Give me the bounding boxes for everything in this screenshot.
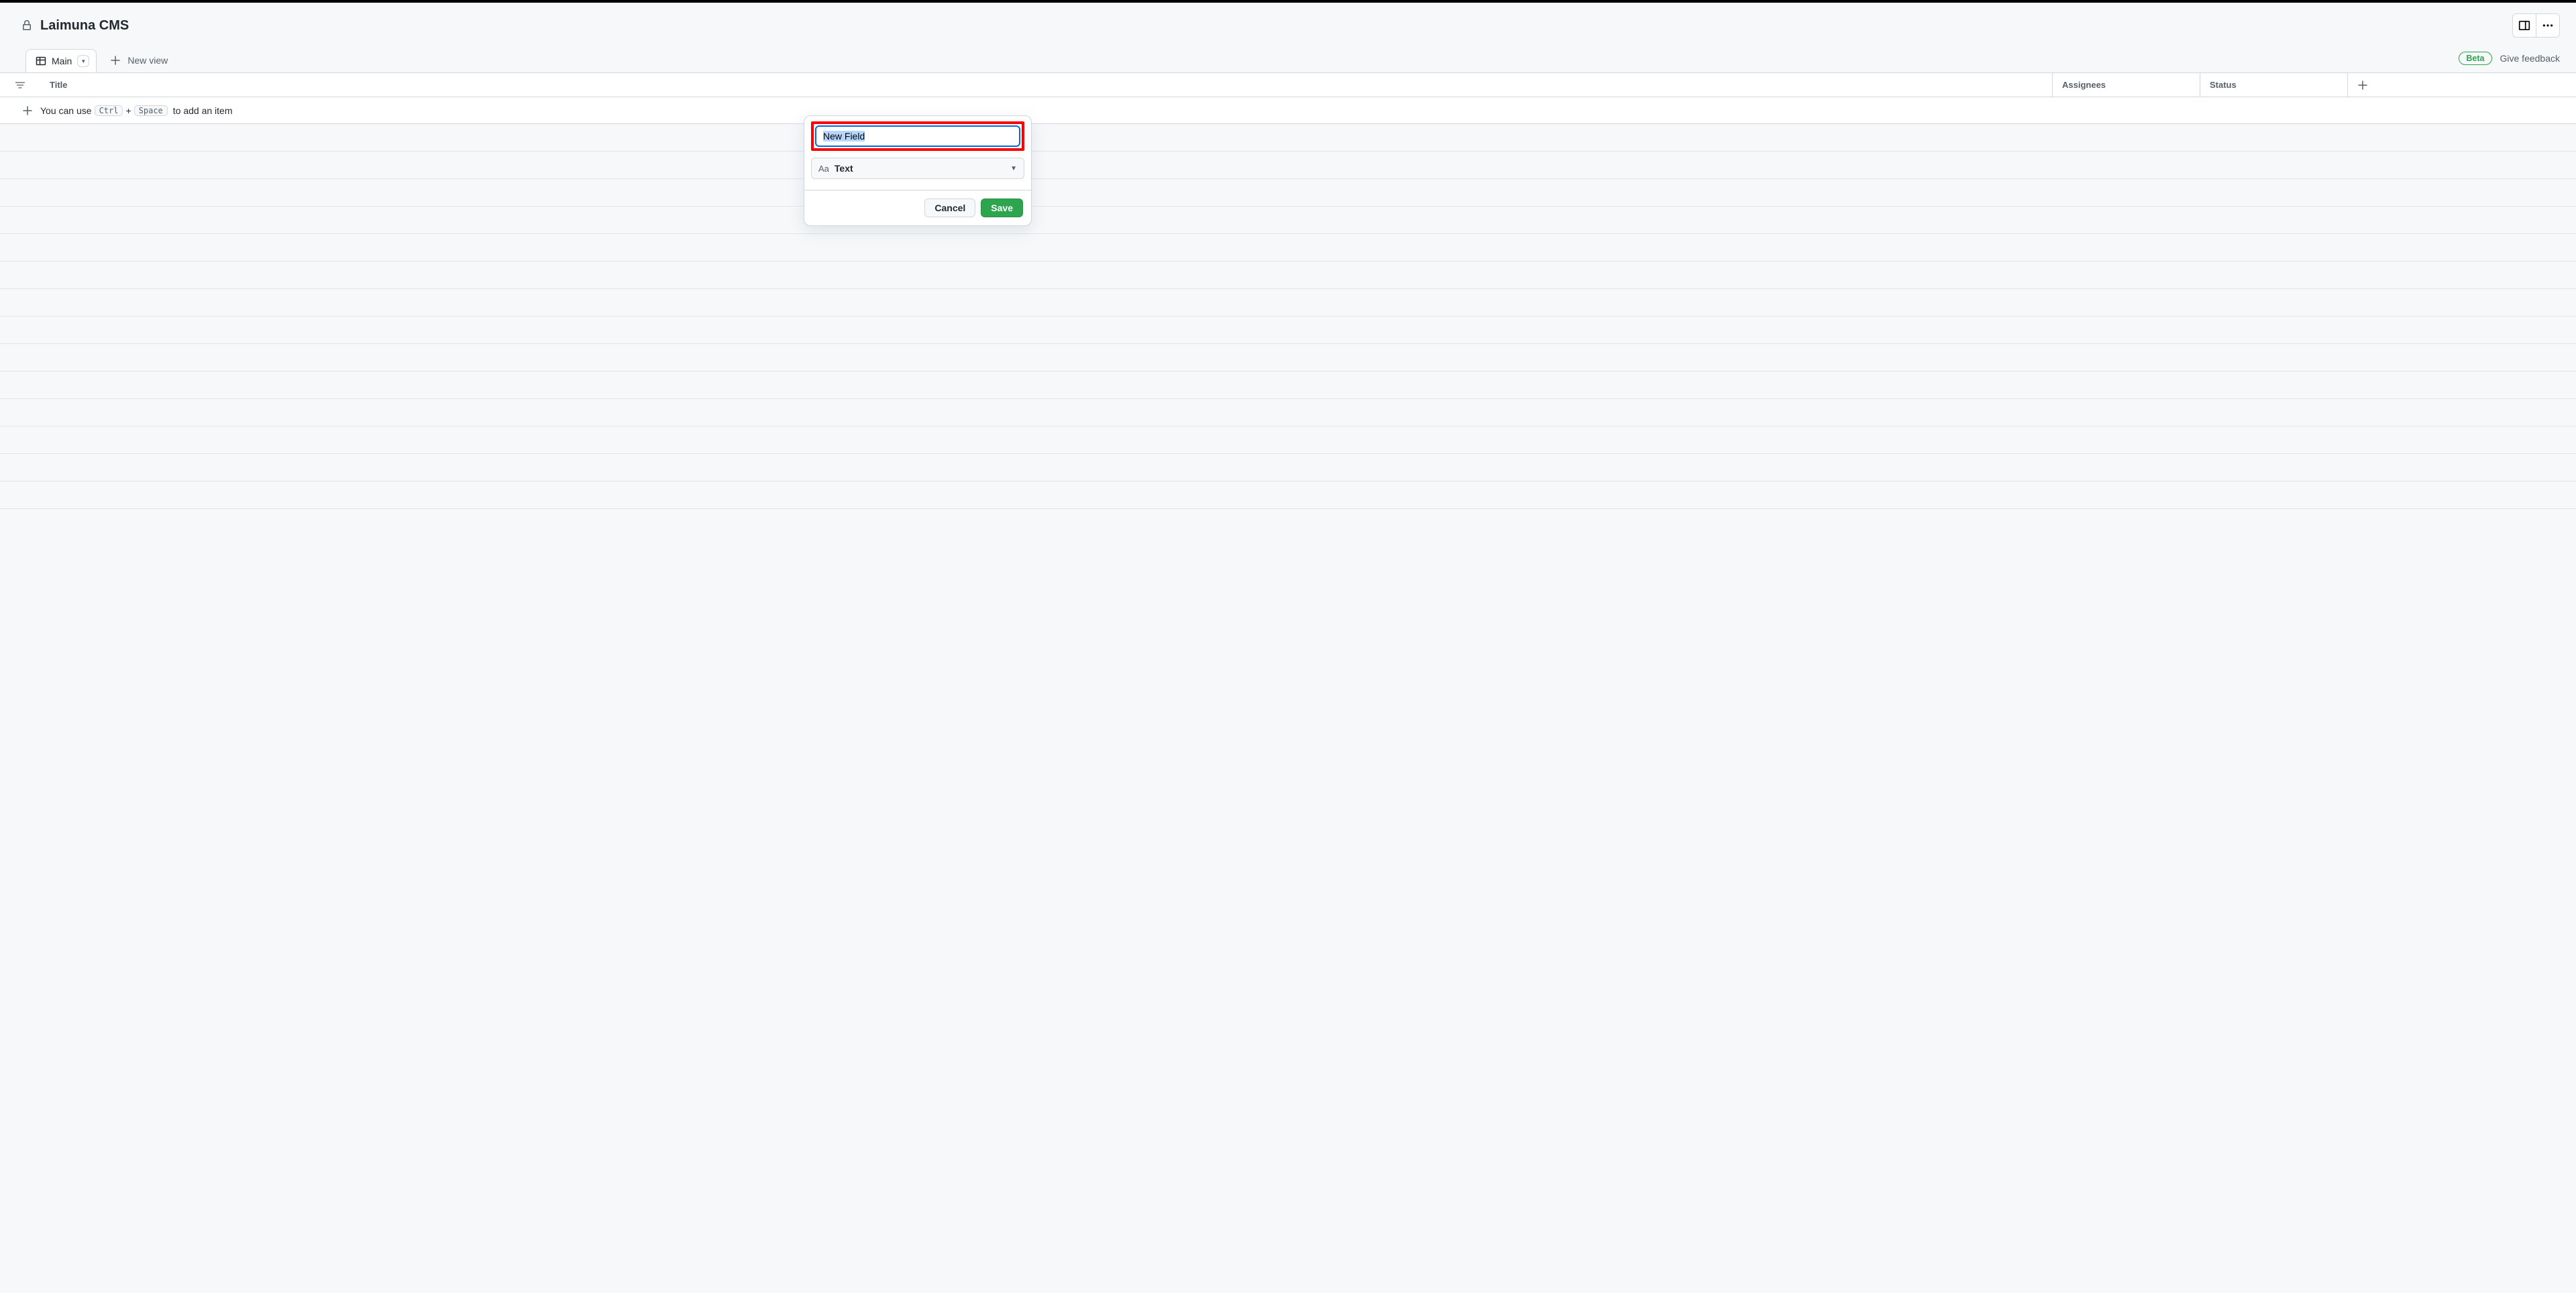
empty-row xyxy=(0,207,2576,234)
empty-row xyxy=(0,317,2576,344)
table-area: Title Assignees Status You can use Ctrl … xyxy=(0,72,2576,509)
panel-icon xyxy=(2518,19,2530,32)
empty-rows xyxy=(0,124,2576,509)
empty-row xyxy=(0,124,2576,152)
empty-row xyxy=(0,289,2576,317)
column-header-title[interactable]: Title xyxy=(40,73,2053,97)
save-button[interactable]: Save xyxy=(981,199,1023,217)
views-left: Main ▼ New view xyxy=(25,48,176,72)
lock-icon xyxy=(21,20,32,31)
give-feedback-link[interactable]: Give feedback xyxy=(2500,53,2561,64)
add-item-hint-prefix: You can use xyxy=(40,105,92,116)
header-left: Laimuna CMS xyxy=(21,18,129,34)
project-header: Laimuna CMS xyxy=(0,3,2576,48)
add-column-button[interactable] xyxy=(2348,73,2576,97)
empty-row xyxy=(0,234,2576,262)
field-type-select-left: Aa Text xyxy=(818,163,853,174)
empty-row xyxy=(0,427,2576,454)
kebab-icon xyxy=(2542,19,2554,32)
filter-button[interactable] xyxy=(0,73,40,97)
plus-icon xyxy=(15,105,40,116)
empty-row xyxy=(0,482,2576,509)
plus-icon xyxy=(2357,80,2368,91)
add-item-hint-suffix: to add an item xyxy=(173,105,233,116)
views-right: Beta Give feedback xyxy=(2459,52,2560,69)
plus-icon xyxy=(110,55,121,66)
empty-row xyxy=(0,344,2576,372)
add-item-hint-plus: + xyxy=(125,105,131,116)
column-headers-row: Title Assignees Status xyxy=(0,73,2576,97)
cancel-button[interactable]: Cancel xyxy=(924,199,975,217)
popover-body: Aa Text ▼ xyxy=(804,116,1031,190)
field-name-input[interactable] xyxy=(815,125,1020,147)
empty-row xyxy=(0,262,2576,289)
view-tab-main[interactable]: Main ▼ xyxy=(25,49,97,72)
empty-row xyxy=(0,152,2576,179)
empty-row xyxy=(0,454,2576,482)
add-item-row[interactable]: You can use Ctrl + Space to add an item xyxy=(0,97,2576,124)
column-header-assignees[interactable]: Assignees xyxy=(2053,73,2200,97)
filter-icon xyxy=(15,80,25,91)
empty-row xyxy=(0,179,2576,207)
caret-down-icon: ▼ xyxy=(1010,165,1017,172)
views-bar: Main ▼ New view Beta Give feedback xyxy=(0,48,2576,72)
new-view-label: New view xyxy=(127,55,168,66)
column-header-status[interactable]: Status xyxy=(2200,73,2348,97)
popover-footer: Cancel Save xyxy=(804,190,1031,225)
panel-toggle-button[interactable] xyxy=(2512,13,2536,38)
caret-down-icon: ▼ xyxy=(80,58,86,64)
empty-row xyxy=(0,372,2576,399)
view-tab-label: Main xyxy=(52,56,72,66)
empty-row xyxy=(0,399,2576,427)
project-title: Laimuna CMS xyxy=(40,18,129,34)
kbd-space: Space xyxy=(134,105,168,116)
beta-badge: Beta xyxy=(2459,52,2491,65)
highlight-box xyxy=(811,121,1024,151)
header-right xyxy=(2512,13,2560,38)
field-type-select[interactable]: Aa Text ▼ xyxy=(811,158,1024,179)
more-options-button[interactable] xyxy=(2536,13,2560,38)
view-tab-caret-button[interactable]: ▼ xyxy=(77,55,89,67)
field-type-label: Text xyxy=(835,163,853,174)
new-field-popover: Aa Text ▼ Cancel Save xyxy=(804,115,1032,226)
new-view-button[interactable]: New view xyxy=(102,48,176,72)
toolbar-group xyxy=(2512,13,2560,38)
table-icon xyxy=(36,56,46,66)
kbd-ctrl: Ctrl xyxy=(95,105,123,116)
text-type-icon: Aa xyxy=(818,164,829,174)
